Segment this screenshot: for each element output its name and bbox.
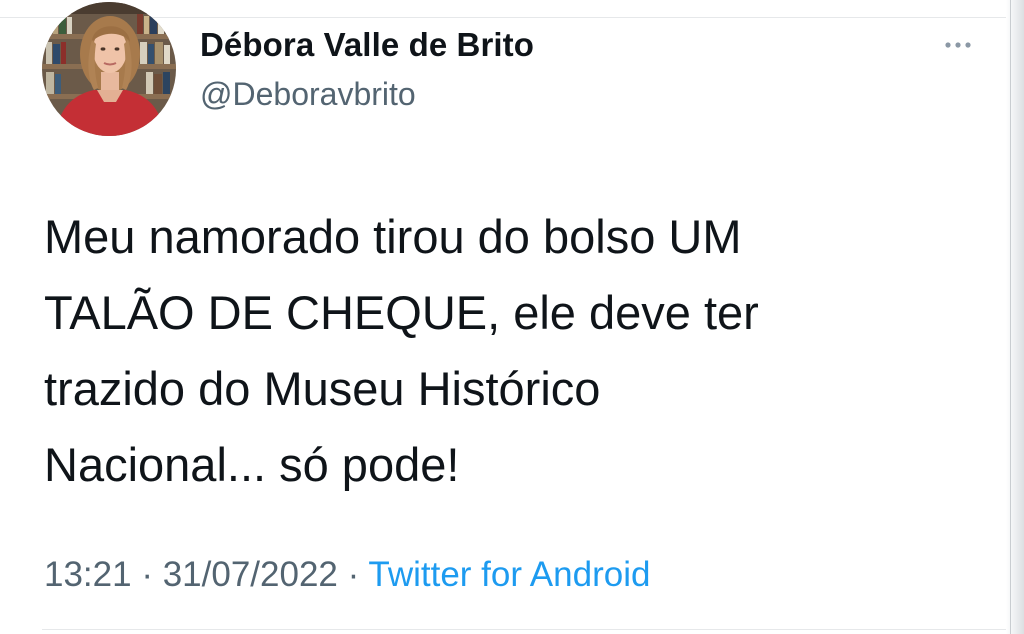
meta-separator: · [141, 555, 153, 594]
right-edge [1006, 0, 1024, 634]
author-handle[interactable]: @Deboravbrito [200, 76, 416, 113]
more-options-button[interactable] [934, 30, 982, 60]
top-divider [0, 17, 1024, 18]
author-display-name[interactable]: Débora Valle de Brito [200, 26, 534, 64]
tweet-time[interactable]: 13:21 [44, 555, 132, 594]
bottom-divider [42, 629, 1006, 630]
more-horizontal-icon [945, 42, 971, 48]
tweet-meta: 13:21 · 31/07/2022 · Twitter for Android [44, 555, 650, 595]
tweet-text: Meu namorado tirou do bolso UM TALÃO DE … [44, 210, 759, 491]
tweet-date[interactable]: 31/07/2022 [163, 555, 338, 594]
tweet-source-link[interactable]: Twitter for Android [368, 555, 650, 594]
meta-separator: · [347, 555, 360, 594]
avatar-photo [42, 2, 176, 136]
avatar[interactable] [42, 2, 176, 136]
